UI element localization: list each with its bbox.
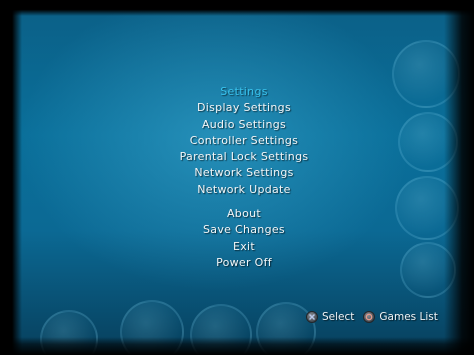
menu-item-network-settings[interactable]: Network Settings xyxy=(194,165,293,181)
games-list-hint: Games List xyxy=(363,311,438,323)
overscan-bottom xyxy=(0,337,474,355)
menu-item-network-update[interactable]: Network Update xyxy=(197,182,290,198)
menu-item-audio-settings[interactable]: Audio Settings xyxy=(202,117,286,133)
circle-button-icon xyxy=(363,311,376,323)
select-hint: Select xyxy=(306,311,354,323)
overscan-top xyxy=(0,0,474,16)
settings-menu: Settings Display Settings Audio Settings… xyxy=(0,84,474,271)
select-hint-label: Select xyxy=(322,311,355,323)
cross-button-icon xyxy=(306,311,318,323)
menu-item-parental-lock-settings[interactable]: Parental Lock Settings xyxy=(180,149,309,165)
menu-item-display-settings[interactable]: Display Settings xyxy=(197,100,291,116)
menu-item-power-off[interactable]: Power Off xyxy=(216,255,272,271)
menu-item-exit[interactable]: Exit xyxy=(233,239,255,255)
menu-item-about[interactable]: About xyxy=(227,206,261,222)
settings-screen: Settings Display Settings Audio Settings… xyxy=(0,0,474,355)
menu-item-controller-settings[interactable]: Controller Settings xyxy=(190,133,298,149)
menu-title-settings[interactable]: Settings xyxy=(220,84,268,100)
button-hints: Select Games List xyxy=(306,311,447,323)
games-list-hint-label: Games List xyxy=(379,311,438,323)
menu-item-save-changes[interactable]: Save Changes xyxy=(203,222,285,238)
